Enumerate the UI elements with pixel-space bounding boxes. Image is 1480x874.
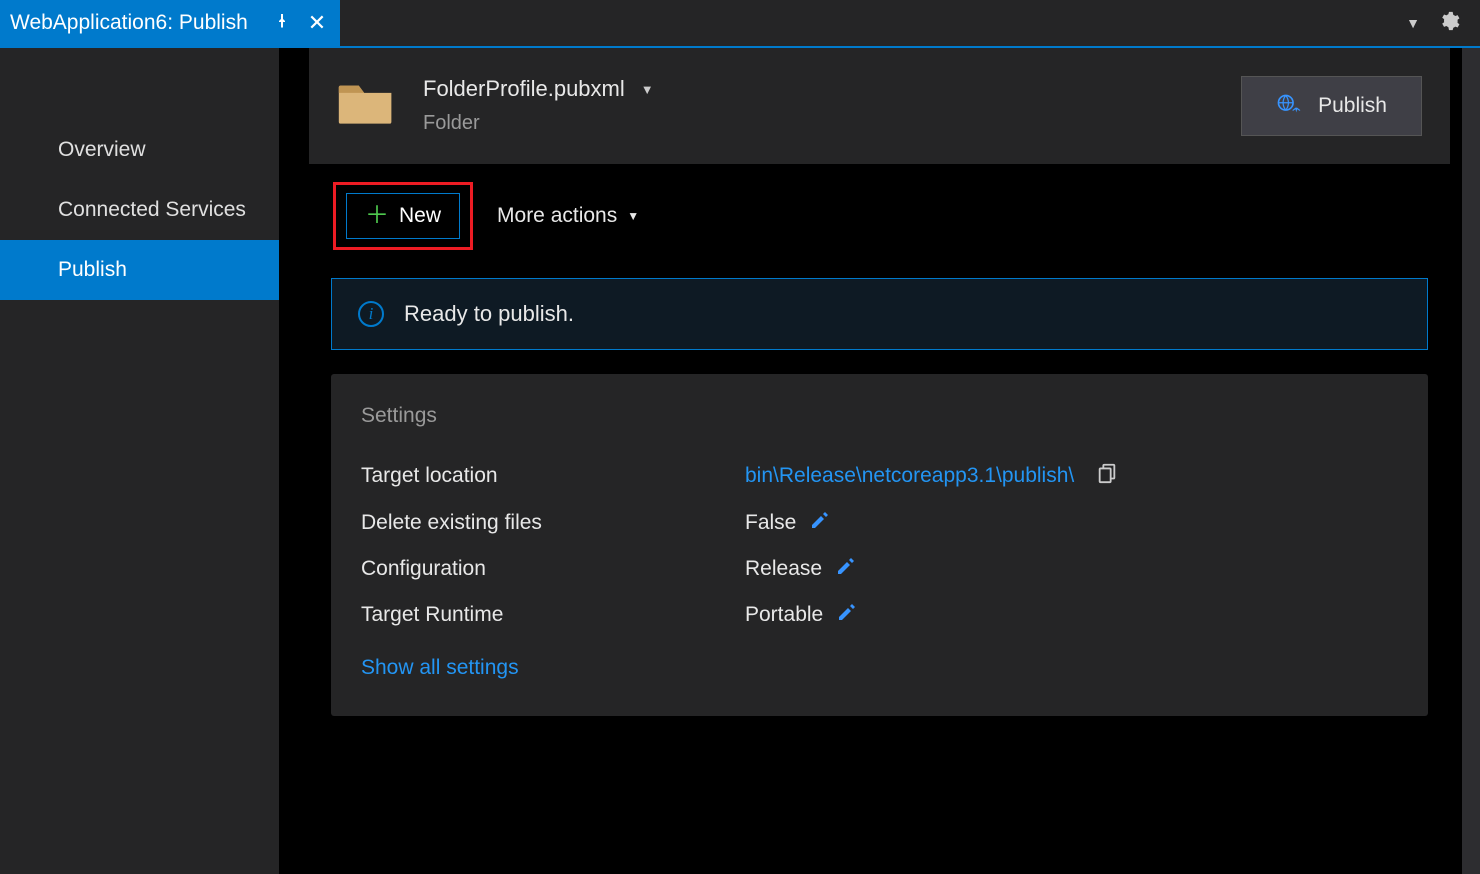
publish-button-label: Publish xyxy=(1318,94,1387,118)
pencil-icon[interactable] xyxy=(836,556,856,582)
settings-panel: Settings Target location bin\Release\net… xyxy=(331,374,1428,716)
status-banner-text: Ready to publish. xyxy=(404,301,574,327)
sidebar-item-label: Overview xyxy=(58,138,146,161)
sidebar-item-connected-services[interactable]: Connected Services xyxy=(0,180,279,240)
close-icon[interactable]: ✕ xyxy=(308,12,326,34)
show-all-settings-link[interactable]: Show all settings xyxy=(361,656,519,680)
chevron-down-icon: ▼ xyxy=(627,209,639,223)
profile-dropdown[interactable]: FolderProfile.pubxml ▼ xyxy=(423,76,1213,102)
setting-label: Configuration xyxy=(361,557,745,581)
chevron-down-icon: ▼ xyxy=(641,82,654,97)
action-bar: ＋ New More actions ▼ xyxy=(309,164,1450,268)
window-dropdown-icon[interactable]: ▼ xyxy=(1406,15,1420,31)
status-banner: i Ready to publish. xyxy=(331,278,1428,350)
tab-title: WebApplication6: Publish xyxy=(10,11,248,35)
more-actions-label: More actions xyxy=(497,204,617,228)
setting-value: bin\Release\netcoreapp3.1\publish\ xyxy=(745,462,1118,490)
new-button[interactable]: ＋ New xyxy=(346,193,460,239)
tab-bar-right: ▼ xyxy=(1406,0,1480,46)
setting-label: Delete existing files xyxy=(361,511,745,535)
setting-value: Portable xyxy=(745,602,857,628)
setting-value: Release xyxy=(745,556,856,582)
active-tab[interactable]: WebApplication6: Publish ✕ xyxy=(0,0,340,46)
sidebar-item-label: Connected Services xyxy=(58,198,246,221)
setting-value: False xyxy=(745,510,830,536)
sidebar: Overview Connected Services Publish xyxy=(0,48,279,874)
scrollbar[interactable] xyxy=(1462,48,1480,874)
sidebar-item-label: Publish xyxy=(58,258,127,281)
profile-block: FolderProfile.pubxml ▼ Folder xyxy=(423,76,1213,135)
main-content: FolderProfile.pubxml ▼ Folder Publish xyxy=(309,48,1462,874)
setting-label: Target location xyxy=(361,464,745,488)
gap-column xyxy=(279,48,309,874)
tab-bar: WebApplication6: Publish ✕ ▼ xyxy=(0,0,1480,48)
profile-name: FolderProfile.pubxml xyxy=(423,76,625,102)
pencil-icon[interactable] xyxy=(837,602,857,628)
new-button-label: New xyxy=(399,204,441,228)
info-icon: i xyxy=(358,301,384,327)
more-actions-dropdown[interactable]: More actions ▼ xyxy=(497,204,639,228)
target-location-link[interactable]: bin\Release\netcoreapp3.1\publish\ xyxy=(745,464,1074,488)
setting-target-location: Target location bin\Release\netcoreapp3.… xyxy=(361,452,1398,500)
profile-type: Folder xyxy=(423,112,1213,135)
setting-label: Target Runtime xyxy=(361,603,745,627)
copy-icon[interactable] xyxy=(1088,462,1118,490)
folder-icon xyxy=(337,76,395,131)
setting-delete-existing: Delete existing files False xyxy=(361,500,1398,546)
gear-icon[interactable] xyxy=(1438,10,1460,37)
publish-button[interactable]: Publish xyxy=(1241,76,1422,136)
setting-target-runtime: Target Runtime Portable xyxy=(361,592,1398,638)
pin-icon[interactable] xyxy=(274,13,290,34)
pencil-icon[interactable] xyxy=(810,510,830,536)
sidebar-item-overview[interactable]: Overview xyxy=(0,120,279,180)
plus-icon: ＋ xyxy=(365,204,389,228)
settings-title: Settings xyxy=(361,404,1398,428)
highlight-box: ＋ New xyxy=(333,182,473,250)
sidebar-item-publish[interactable]: Publish xyxy=(0,240,279,300)
profile-header: FolderProfile.pubxml ▼ Folder Publish xyxy=(309,48,1450,164)
setting-configuration: Configuration Release xyxy=(361,546,1398,592)
